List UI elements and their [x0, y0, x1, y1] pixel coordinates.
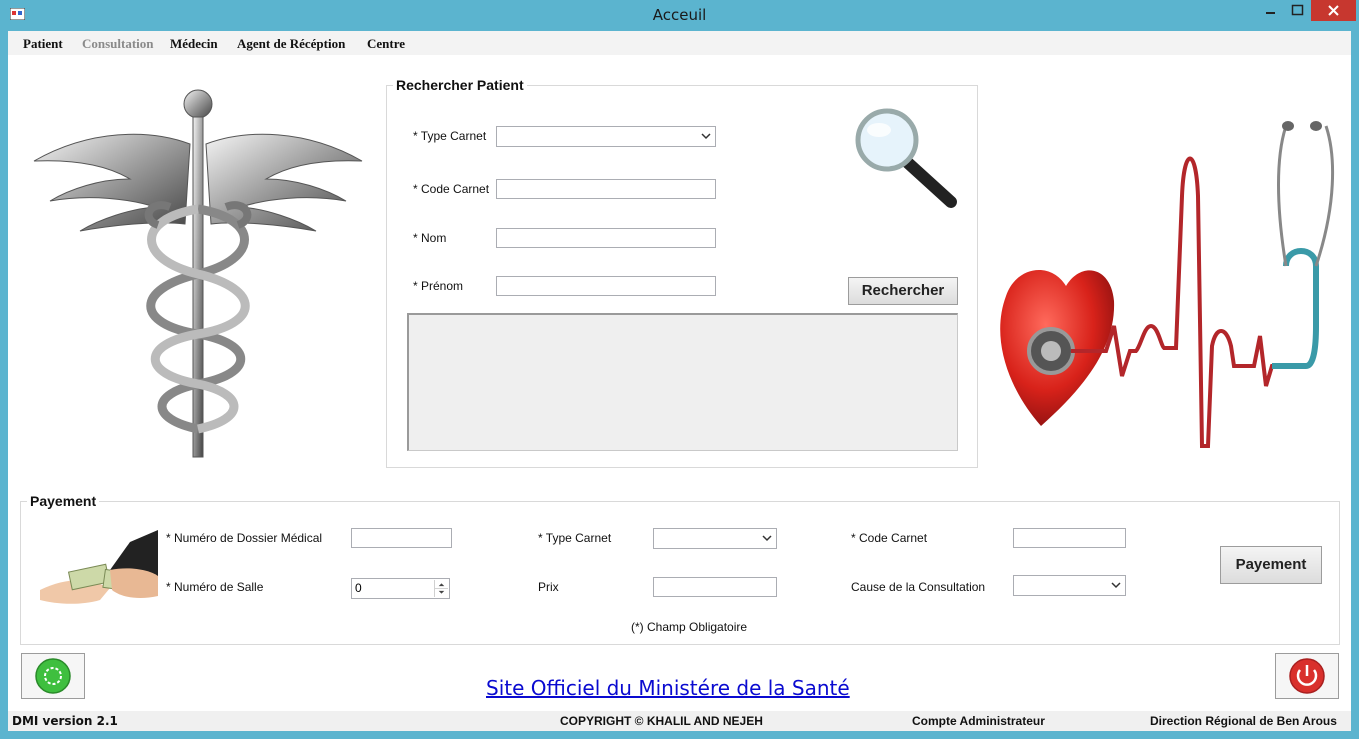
power-icon — [1289, 658, 1325, 694]
menu-bar: Patient Consultation Médecin Agent de Ré… — [8, 31, 1351, 55]
title-bar[interactable]: Acceuil — [0, 0, 1359, 31]
copyright-label: COPYRIGHT © KHALIL AND NEJEH — [560, 714, 763, 728]
refresh-button[interactable] — [21, 653, 85, 699]
dossier-medical-input[interactable] — [351, 528, 452, 548]
menu-patient[interactable]: Patient — [23, 36, 63, 52]
prix-input[interactable] — [653, 577, 777, 597]
status-bar: DMI version 2.1 COPYRIGHT © KHALIL AND N… — [8, 711, 1351, 731]
chevron-down-icon — [701, 133, 711, 140]
payment-code-carnet-label: * Code Carnet — [851, 531, 928, 545]
cause-consultation-select[interactable] — [1013, 575, 1126, 596]
payment-code-carnet-input[interactable] — [1013, 528, 1126, 548]
region-label: Direction Régional de Ben Arous — [1150, 714, 1337, 728]
chevron-down-icon — [1111, 582, 1121, 589]
menu-medecin[interactable]: Médecin — [170, 36, 218, 52]
minimize-button[interactable] — [1257, 0, 1284, 21]
account-label: Compte Administrateur — [912, 714, 1045, 728]
menu-centre[interactable]: Centre — [367, 36, 405, 52]
numero-salle-stepper[interactable]: 0 — [351, 578, 450, 599]
search-group-title: Rechercher Patient — [393, 77, 527, 93]
menu-consultation[interactable]: Consultation — [82, 36, 154, 52]
window-title: Acceuil — [652, 6, 707, 24]
power-button[interactable] — [1275, 653, 1339, 699]
numero-salle-label: * Numéro de Salle — [166, 580, 264, 594]
chevron-down-icon — [762, 535, 772, 542]
payment-type-carnet-select[interactable] — [653, 528, 777, 549]
nom-label: * Nom — [413, 231, 447, 245]
maximize-icon — [1291, 4, 1304, 16]
maximize-button[interactable] — [1284, 0, 1311, 21]
prenom-input[interactable] — [496, 276, 716, 296]
version-label: DMI version 2.1 — [12, 714, 118, 728]
green-refresh-icon — [35, 658, 71, 694]
minimize-icon — [1266, 12, 1275, 14]
prenom-label: * Prénom — [413, 279, 464, 293]
prix-label: Prix — [538, 580, 559, 594]
magnifier-icon — [855, 108, 957, 208]
ministry-link[interactable]: Site Officiel du Ministére de la Santé — [486, 676, 850, 700]
rechercher-button[interactable]: Rechercher — [848, 277, 958, 305]
payment-type-carnet-label: * Type Carnet — [538, 531, 612, 545]
cause-consultation-label: Cause de la Consultation — [851, 580, 986, 594]
type-carnet-label: * Type Carnet — [413, 129, 487, 143]
payment-group: Payement * Numéro de Dossier Médical * N… — [20, 493, 1340, 645]
money-handover-icon — [40, 530, 158, 604]
nom-input[interactable] — [496, 228, 716, 248]
dossier-medical-label: * Numéro de Dossier Médical — [166, 531, 323, 545]
client-area: Patient Consultation Médecin Agent de Ré… — [8, 31, 1351, 731]
code-carnet-input[interactable] — [496, 179, 716, 199]
search-results-list[interactable] — [407, 313, 958, 451]
required-field-note: (*) Champ Obligatoire — [631, 620, 748, 634]
payement-button[interactable]: Payement — [1220, 546, 1322, 584]
payment-group-title: Payement — [27, 493, 100, 509]
caduceus-icon — [33, 89, 363, 458]
app-window: Acceuil Patient Consultation Médecin Age… — [0, 0, 1359, 739]
close-button[interactable] — [1311, 0, 1356, 21]
type-carnet-select[interactable] — [496, 126, 716, 147]
code-carnet-label: * Code Carnet — [413, 182, 490, 196]
up-down-icon[interactable] — [434, 580, 448, 597]
search-patient-group: Rechercher Patient * Type Carnet * Code … — [386, 77, 978, 468]
numero-salle-value: 0 — [355, 581, 362, 595]
menu-agent-reception[interactable]: Agent de Récéption — [237, 36, 345, 52]
close-icon — [1328, 5, 1339, 16]
heart-stethoscope-icon — [1000, 121, 1335, 448]
